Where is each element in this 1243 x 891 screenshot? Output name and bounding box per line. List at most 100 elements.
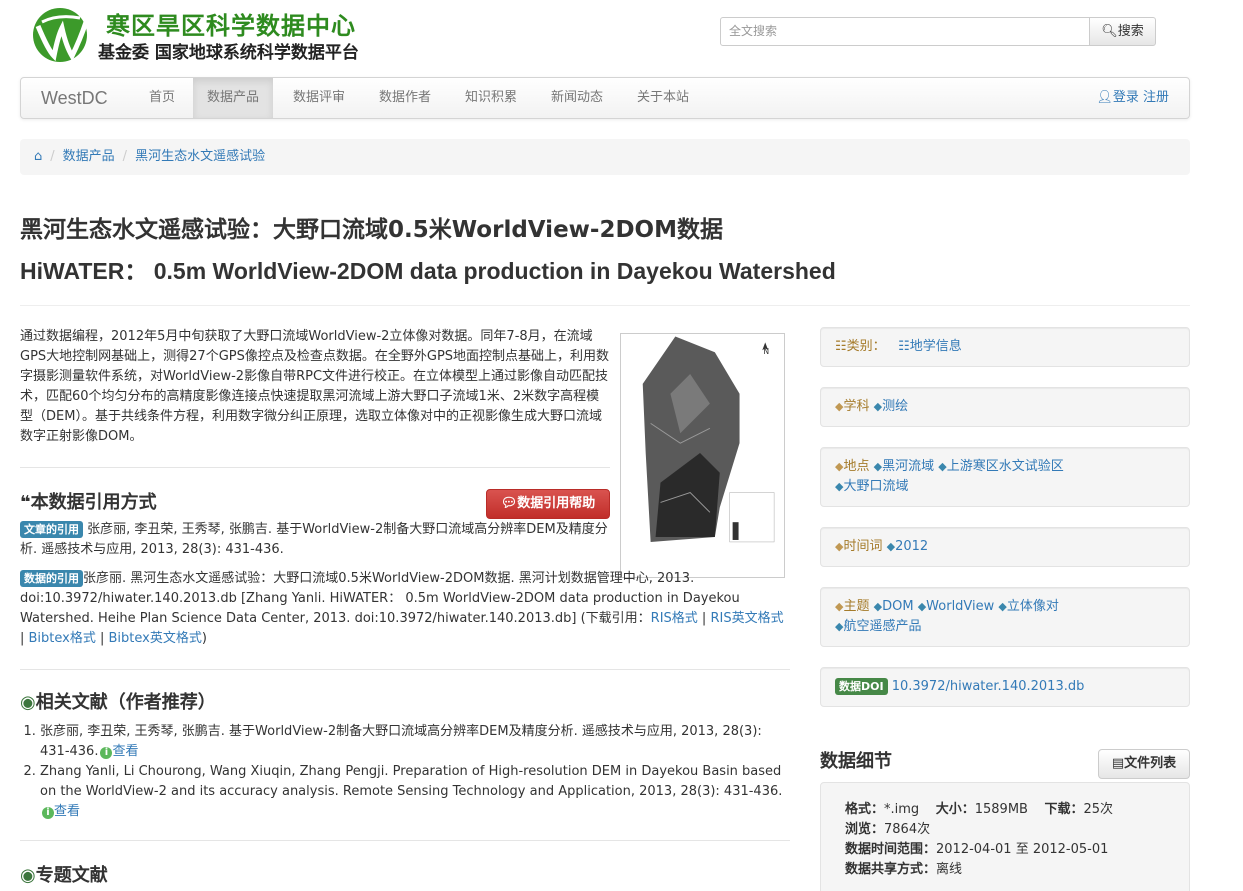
category-link[interactable]: ☷地学信息 bbox=[898, 339, 962, 354]
divider bbox=[20, 467, 610, 468]
eye-icon: ◉ bbox=[20, 865, 36, 886]
tag-icon: ◆ bbox=[917, 600, 927, 613]
related-list: 张彦丽, 李丑荣, 王秀琴, 张鹏吉. 基于WorldView-2制备大野口流域… bbox=[40, 722, 790, 822]
data-citation-label: 数据的引用 bbox=[20, 570, 83, 587]
user-icon: 👤︎ bbox=[1096, 90, 1113, 105]
grid-icon: ☷ bbox=[898, 339, 910, 354]
ris-en-link[interactable]: RIS英文格式 bbox=[710, 611, 783, 626]
tag-link[interactable]: ◆DOM bbox=[874, 599, 914, 614]
divider bbox=[20, 669, 790, 670]
tag-icon: ◆ bbox=[873, 400, 883, 413]
nav-knowledge[interactable]: 知识积累 bbox=[451, 78, 531, 118]
theme-box: ◆主题 ◆DOM ◆WorldView ◆立体像对 ◆航空遥感产品 bbox=[820, 587, 1190, 647]
bibtex-link[interactable]: Bibtex格式 bbox=[29, 631, 96, 646]
doi-box: 数据DOI 10.3972/hiwater.140.2013.db bbox=[820, 667, 1190, 707]
tag-link[interactable]: ◆测绘 bbox=[874, 399, 908, 414]
nav-data-authors[interactable]: 数据作者 bbox=[365, 78, 445, 118]
grid-icon: ☷ bbox=[835, 339, 847, 354]
bibtex-en-link[interactable]: Bibtex英文格式 bbox=[109, 631, 202, 646]
citation-close: ) bbox=[201, 631, 207, 646]
divider bbox=[20, 305, 1190, 306]
page-title-en: HiWATER： 0.5m WorldView-2DOM data produc… bbox=[20, 258, 836, 284]
search-icon: 🔍︎ bbox=[1101, 24, 1118, 39]
info-icon: i bbox=[42, 807, 54, 819]
tag-link[interactable]: ◆立体像对 bbox=[998, 599, 1058, 614]
breadcrumb: ⌂ / 数据产品 / 黑河生态水文遥感试验 bbox=[20, 139, 1190, 175]
details-title: 数据细节 bbox=[820, 751, 892, 772]
discipline-label: ◆学科 bbox=[835, 399, 870, 414]
place-box: ◆地点 ◆黑河流域 ◆上游寒区水文试验区 ◆大野口流域 bbox=[820, 447, 1190, 507]
login-link[interactable]: 登录 bbox=[1113, 90, 1139, 105]
details-row-format: 格式：*.img 大小：1589MB 下载：25次 bbox=[845, 802, 1114, 817]
search-button[interactable]: 🔍︎搜索 bbox=[1089, 17, 1156, 46]
topic-section-title: ◉专题文献 bbox=[20, 861, 108, 887]
eye-icon: ◉ bbox=[20, 692, 36, 713]
quote-icon: ❝ bbox=[20, 492, 31, 513]
details-row-share: 数据共享方式：离线 bbox=[845, 862, 963, 877]
divider bbox=[20, 840, 790, 841]
place-label: ◆地点 bbox=[835, 459, 870, 474]
list-item: Zhang Yanli, Li Chourong, Wang Xiuqin, Z… bbox=[40, 762, 790, 822]
tag-icon: ◆ bbox=[938, 460, 947, 473]
doi-label: 数据DOI bbox=[835, 678, 888, 695]
navbar-brand[interactable]: WestDC bbox=[41, 88, 108, 109]
details-box: 格式：*.img 大小：1589MB 下载：25次 浏览：7864次 数据时间范… bbox=[820, 782, 1190, 891]
file-list-button[interactable]: ▤文件列表 bbox=[1098, 749, 1190, 779]
site-title: 寒区旱区科学数据中心 bbox=[106, 12, 356, 40]
nav-login-register: 👤︎登录 注册 bbox=[1096, 78, 1169, 118]
register-link[interactable]: 注册 bbox=[1143, 90, 1169, 105]
details-row-views: 浏览：7864次 bbox=[845, 822, 931, 837]
tag-link[interactable]: ◆航空遥感产品 bbox=[835, 619, 921, 634]
logo-icon bbox=[33, 8, 89, 62]
breadcrumb-data-products[interactable]: 数据产品 bbox=[63, 149, 115, 164]
related-section-title: ◉相关文献（作者推荐） bbox=[20, 688, 216, 714]
category-label: ☷类别： bbox=[835, 339, 886, 354]
abstract-text: 通过数据编程，2012年5月中旬获取了大野口流域WorldView-2立体像对数… bbox=[20, 329, 610, 444]
article-citation-label: 文章的引用 bbox=[20, 521, 83, 538]
time-label: ◆时间词 bbox=[835, 539, 883, 554]
nav-news[interactable]: 新闻动态 bbox=[537, 78, 617, 118]
tag-icon: ◆ bbox=[873, 460, 883, 473]
tag-link[interactable]: ◆大野口流域 bbox=[835, 479, 908, 494]
data-citation-text: 张彦丽. 黑河生态水文遥感试验：大野口流域0.5米WorldView-2DOM数… bbox=[20, 571, 740, 626]
time-box: ◆时间词 ◆2012 bbox=[820, 527, 1190, 567]
nav-about[interactable]: 关于本站 bbox=[623, 78, 703, 118]
tag-icon: ◆ bbox=[873, 600, 883, 613]
citation-section-title: ❝本数据引用方式 bbox=[20, 488, 157, 514]
doi-link[interactable]: 10.3972/hiwater.140.2013.db bbox=[892, 679, 1085, 694]
category-box: ☷类别： ☷地学信息 bbox=[820, 327, 1190, 367]
dataset-thumbnail[interactable]: N bbox=[620, 333, 785, 578]
search-button-label: 搜索 bbox=[1117, 24, 1144, 39]
citation-help-button[interactable]: 💬︎数据引用帮助 bbox=[486, 489, 610, 519]
nav-data-products[interactable]: 数据产品 bbox=[193, 78, 274, 118]
related-title-text: 相关文献（作者推荐） bbox=[35, 692, 216, 713]
file-icon: ▤ bbox=[1111, 756, 1125, 771]
search-input[interactable]: 全文搜索 bbox=[720, 17, 1090, 46]
details-row-time: 数据时间范围：2012-04-01 至 2012-05-01 bbox=[845, 842, 1109, 857]
nav-home[interactable]: 首页 bbox=[135, 78, 189, 118]
data-citation: 数据的引用 张彦丽. 黑河生态水文遥感试验：大野口流域0.5米WorldView-… bbox=[20, 570, 784, 646]
theme-label: ◆主题 bbox=[835, 599, 870, 614]
discipline-box: ◆学科 ◆测绘 bbox=[820, 387, 1190, 427]
nav-data-review[interactable]: 数据评审 bbox=[279, 78, 359, 118]
related-item-text: Zhang Yanli, Li Chourong, Wang Xiuqin, Z… bbox=[40, 764, 783, 799]
breadcrumb-hiwater[interactable]: 黑河生态水文遥感试验 bbox=[135, 149, 265, 164]
tag-link[interactable]: ◆黑河流域 bbox=[874, 459, 934, 474]
ris-link[interactable]: RIS格式 bbox=[651, 611, 698, 626]
info-icon: i bbox=[100, 747, 113, 759]
comment-icon: 💬︎ bbox=[500, 496, 518, 511]
tag-link[interactable]: ◆2012 bbox=[887, 539, 929, 554]
tag-link[interactable]: ◆WorldView bbox=[918, 599, 995, 614]
page-title-zh: 黑河生态水文遥感试验：大野口流域0.5米WorldView-2DOM数据 bbox=[20, 217, 723, 243]
topic-title-text: 专题文献 bbox=[35, 865, 108, 886]
navbar: WestDC 首页 数据产品 数据评审 数据作者 知识积累 新闻动态 关于本站 … bbox=[20, 77, 1190, 119]
citation-title-text: 本数据引用方式 bbox=[30, 492, 157, 513]
tag-icon: ◆ bbox=[886, 540, 896, 553]
view-link[interactable]: 查看 bbox=[54, 804, 80, 819]
article-citation: 文章的引用 张彦丽, 李丑荣, 王秀琴, 张鹏吉. 基于WorldView-2制… bbox=[20, 520, 610, 560]
list-item: 张彦丽, 李丑荣, 王秀琴, 张鹏吉. 基于WorldView-2制备大野口流域… bbox=[40, 722, 790, 762]
tag-link[interactable]: ◆上游寒区水文试验区 bbox=[938, 459, 1063, 474]
citation-help-label: 数据引用帮助 bbox=[517, 496, 596, 511]
view-link[interactable]: 查看 bbox=[112, 744, 138, 759]
related-item-text: 张彦丽, 李丑荣, 王秀琴, 张鹏吉. 基于WorldView-2制备大野口流域… bbox=[40, 724, 762, 759]
